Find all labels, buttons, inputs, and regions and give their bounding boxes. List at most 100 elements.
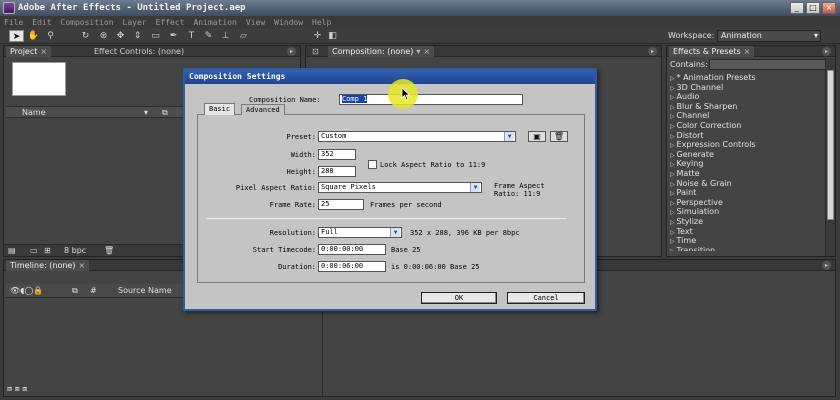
menu-file[interactable]: File	[4, 18, 23, 27]
label-icon[interactable]: ⧉	[72, 286, 78, 296]
preset-select[interactable]: Custom ▼	[318, 131, 516, 142]
text-tool-icon[interactable]: T	[184, 30, 199, 42]
close-icon[interactable]: ×	[423, 47, 430, 56]
timeline-footer-icons[interactable]: ⧈ ⧈ ⧈	[7, 384, 27, 394]
effects-category-expression-controls[interactable]: Expression Controls	[670, 140, 825, 150]
effects-category-keying[interactable]: Keying	[670, 159, 825, 169]
start-timecode-input[interactable]: 0:00:00:00	[318, 244, 386, 255]
close-icon[interactable]: ×	[744, 47, 751, 56]
effects-category-paint[interactable]: Paint	[670, 188, 825, 198]
menu-edit[interactable]: Edit	[32, 18, 51, 27]
menu-layer[interactable]: Layer	[123, 18, 147, 27]
local-axis-icon[interactable]: ✛	[310, 30, 325, 42]
ok-button[interactable]: OK	[421, 292, 497, 304]
panel-menu-icon[interactable]: ▸	[648, 47, 657, 56]
chevron-down-icon[interactable]: ▾	[144, 108, 148, 117]
lock-icon[interactable]: ⊡	[308, 46, 323, 57]
effects-search-input[interactable]	[709, 59, 827, 70]
dialog-title[interactable]: Composition Settings	[185, 70, 595, 84]
world-axis-icon[interactable]: ◧	[325, 30, 340, 42]
menu-window[interactable]: Window	[274, 18, 303, 27]
track-z-icon[interactable]: ⇕	[130, 30, 145, 42]
layer-number-icon[interactable]: #	[90, 286, 97, 295]
resolution-select[interactable]: Full ▼	[318, 227, 402, 238]
tab-basic[interactable]: Basic	[204, 103, 236, 115]
effects-category-animation-presets[interactable]: * Animation Presets	[670, 73, 825, 83]
effects-category-text[interactable]: Text	[670, 227, 825, 237]
interpret-footage-icon[interactable]: ▤	[8, 246, 16, 255]
tab-effects-presets[interactable]: Effects & Presets ×	[669, 46, 755, 57]
effects-category-blur-sharpen[interactable]: Blur & Sharpen	[670, 102, 825, 112]
height-input[interactable]: 288	[318, 166, 356, 177]
effects-category-generate[interactable]: Generate	[670, 150, 825, 160]
pixel-aspect-select[interactable]: Square Pixels ▼	[318, 182, 482, 193]
effects-category-matte[interactable]: Matte	[670, 169, 825, 179]
tab-composition[interactable]: Composition: (none) ▾ ×	[328, 46, 435, 57]
tab-project[interactable]: Project ×	[6, 46, 52, 57]
effects-category-channel[interactable]: Channel	[670, 111, 825, 121]
close-icon[interactable]: ×	[40, 47, 47, 56]
menu-effect[interactable]: Effect	[156, 18, 185, 27]
tab-advanced[interactable]: Advanced	[241, 104, 285, 115]
panel-menu-icon[interactable]: ▸	[822, 261, 831, 270]
effects-category-noise-grain[interactable]: Noise & Grain	[670, 179, 825, 189]
effects-category-3d-channel[interactable]: 3D Channel	[670, 83, 825, 93]
rotate-tool-icon[interactable]: ↻	[78, 30, 93, 42]
effects-category-color-correction[interactable]: Color Correction	[670, 121, 825, 131]
workspace-select[interactable]: Animation ▾	[717, 30, 821, 42]
close-button[interactable]: ×	[822, 2, 836, 14]
zoom-tool-icon[interactable]: ⚲	[43, 30, 58, 42]
panel-menu-icon[interactable]: ▸	[822, 47, 831, 56]
chevron-down-icon[interactable]: ▾	[416, 47, 420, 56]
comp-name-input[interactable]: Comp 1	[339, 94, 523, 105]
effects-category-time[interactable]: Time	[670, 236, 825, 246]
new-composition-icon[interactable]: ⊞	[44, 246, 51, 255]
frame-rate-input[interactable]: 25	[318, 199, 364, 210]
orbit-camera-icon[interactable]: ⊛	[96, 30, 111, 42]
pen-tool-icon[interactable]: ✒	[166, 30, 181, 42]
project-column-header[interactable]: Name ▾ ⧉	[6, 106, 188, 118]
tab-timeline[interactable]: Timeline: (none) ×	[6, 260, 90, 271]
tab-effect-controls[interactable]: Effect Controls: (none)	[90, 46, 188, 57]
effects-category-perspective[interactable]: Perspective	[670, 198, 825, 208]
hand-tool-icon[interactable]: ✋	[26, 30, 41, 42]
effects-category-distort[interactable]: Distort	[670, 131, 825, 141]
menu-animation[interactable]: Animation	[194, 18, 237, 27]
effects-category-stylize[interactable]: Stylize	[670, 217, 825, 227]
minimize-button[interactable]: _	[790, 2, 804, 14]
new-folder-icon[interactable]: ▭	[30, 246, 38, 255]
trash-icon[interactable]: 🗑	[550, 131, 568, 142]
menu-composition[interactable]: Composition	[61, 18, 114, 27]
eraser-tool-icon[interactable]: ▱	[236, 30, 251, 42]
close-icon[interactable]: ×	[78, 261, 85, 270]
duration-input[interactable]: 0:00:06:00	[318, 261, 386, 272]
brush-tool-icon[interactable]: ✎	[201, 30, 216, 42]
chevron-down-icon[interactable]: ▼	[390, 228, 400, 237]
menu-view[interactable]: View	[246, 18, 265, 27]
window-title-bar[interactable]: Adobe After Effects - Untitled Project.a…	[0, 0, 840, 16]
bpc-label[interactable]: 8 bpc	[64, 246, 86, 255]
effects-category-audio[interactable]: Audio	[670, 92, 825, 102]
duration-info: is 0:00:06:00 Base 25	[391, 263, 480, 271]
av-features-icon[interactable]: 👁◖◯🔒	[10, 286, 43, 295]
chevron-down-icon[interactable]: ▼	[470, 183, 480, 192]
menu-help[interactable]: Help	[312, 18, 331, 27]
cancel-button[interactable]: Cancel	[507, 292, 585, 304]
scrollbar-thumb[interactable]	[827, 70, 834, 220]
effects-scrollbar[interactable]	[825, 58, 835, 256]
effects-category-simulation[interactable]: Simulation	[670, 207, 825, 217]
effects-category-transition[interactable]: Transition	[670, 246, 825, 251]
trash-icon[interactable]: 🗑	[104, 246, 114, 255]
track-xy-icon[interactable]: ✥	[113, 30, 128, 42]
save-preset-icon[interactable]: ▣	[528, 131, 546, 142]
rectangle-mask-icon[interactable]: ▭	[148, 30, 163, 42]
chevron-down-icon[interactable]: ▼	[504, 132, 514, 141]
maximize-button[interactable]: □	[806, 2, 820, 14]
width-input[interactable]: 352	[318, 149, 356, 160]
lock-aspect-checkbox[interactable]	[368, 160, 377, 169]
frame-rate-label: Frame Rate:	[269, 201, 316, 209]
panel-menu-icon[interactable]: ▸	[287, 47, 296, 56]
clone-stamp-icon[interactable]: ⊥	[218, 30, 233, 42]
selection-tool-icon[interactable]: ➤	[9, 30, 24, 42]
column-source-name[interactable]: Source Name	[118, 286, 172, 295]
